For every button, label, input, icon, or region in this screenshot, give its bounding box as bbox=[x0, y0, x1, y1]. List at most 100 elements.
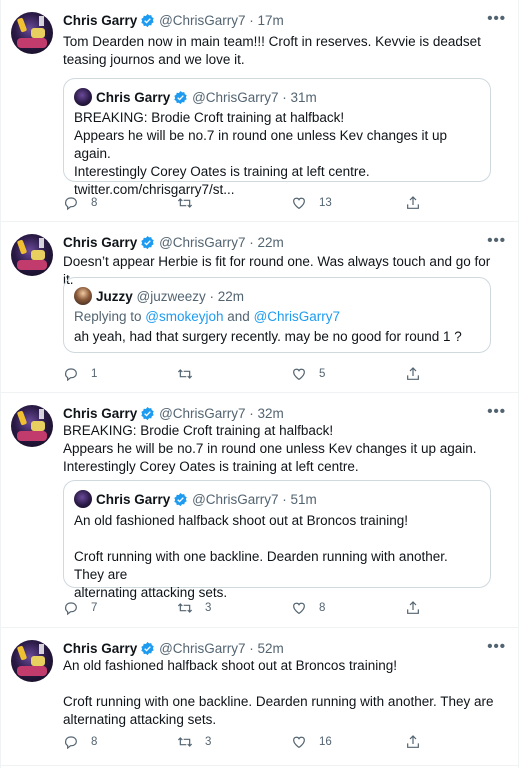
author-name[interactable]: Chris Garry bbox=[63, 235, 137, 250]
tweet-actions: 1 5 bbox=[63, 364, 483, 384]
replying-to-label: Replying to bbox=[74, 309, 146, 324]
separator: · bbox=[245, 13, 258, 28]
share-icon bbox=[407, 735, 419, 748]
like-button[interactable]: 5 bbox=[291, 364, 325, 384]
retweet-button[interactable]: 3 bbox=[177, 598, 211, 618]
like-count: 5 bbox=[319, 368, 326, 380]
author-name[interactable]: Chris Garry bbox=[63, 406, 137, 421]
verified-badge-icon bbox=[141, 13, 154, 28]
quote-timestamp: 51m bbox=[290, 492, 317, 507]
more-options-icon[interactable]: ••• bbox=[487, 232, 506, 249]
retweet-button[interactable] bbox=[177, 193, 205, 213]
tweet-header: Chris Garry @ChrisGarry7 · 17m ••• bbox=[63, 10, 506, 31]
reply-icon bbox=[65, 197, 77, 211]
like-button[interactable]: 8 bbox=[291, 598, 325, 618]
share-button[interactable] bbox=[405, 598, 433, 618]
tweet-1[interactable]: Chris Garry @ChrisGarry7 · 17m ••• Tom D… bbox=[1, 0, 518, 222]
like-button[interactable]: 13 bbox=[291, 193, 332, 213]
separator: · bbox=[245, 406, 258, 421]
verified-badge-icon bbox=[141, 235, 154, 250]
quote-text: ah yeah, had that surgery recently. may … bbox=[74, 329, 462, 344]
share-icon bbox=[407, 601, 419, 614]
tweet-3[interactable]: Chris Garry @ChrisGarry7 · 32m ••• BREAK… bbox=[1, 393, 518, 628]
avatar[interactable] bbox=[11, 234, 53, 276]
retweet-icon bbox=[177, 198, 193, 208]
tweet-text: BREAKING: Brodie Croft training at halfb… bbox=[63, 423, 477, 474]
like-count: 16 bbox=[319, 736, 332, 748]
tweet-actions: 8 3 16 bbox=[63, 732, 483, 752]
quoted-tweet[interactable]: Juzzy @juzweezy · 22m Replying to @smoke… bbox=[63, 277, 491, 353]
quote-author-name: Chris Garry bbox=[96, 492, 171, 507]
separator: · bbox=[245, 641, 258, 656]
separator: · bbox=[245, 235, 258, 250]
timestamp[interactable]: 52m bbox=[258, 641, 284, 656]
quote-header: Chris Garry @ChrisGarry7 · 51m bbox=[74, 490, 317, 508]
avatar[interactable] bbox=[11, 640, 53, 682]
retweet-button[interactable] bbox=[177, 364, 205, 384]
reply-icon bbox=[65, 368, 77, 382]
like-count: 13 bbox=[319, 197, 332, 209]
retweet-count: 3 bbox=[205, 736, 212, 748]
share-icon bbox=[407, 367, 419, 380]
retweet-icon bbox=[177, 603, 193, 613]
reply-icon bbox=[65, 736, 77, 750]
timestamp[interactable]: 32m bbox=[258, 406, 284, 421]
mention-link[interactable]: @smokeyjoh bbox=[145, 309, 223, 324]
share-button[interactable] bbox=[405, 364, 433, 384]
separator: · bbox=[205, 289, 218, 304]
quote-text: BREAKING: Brodie Croft training at halfb… bbox=[74, 110, 447, 197]
reply-count: 1 bbox=[91, 368, 98, 380]
share-button[interactable] bbox=[405, 193, 433, 213]
author-name[interactable]: Chris Garry bbox=[63, 641, 137, 656]
separator: · bbox=[278, 90, 291, 105]
like-count: 8 bbox=[319, 602, 326, 614]
quote-timestamp: 31m bbox=[290, 90, 317, 105]
reply-count: 8 bbox=[91, 736, 98, 748]
tweet-actions: 7 3 8 bbox=[63, 598, 483, 618]
retweet-icon bbox=[177, 737, 193, 747]
retweet-icon bbox=[177, 369, 193, 379]
quoted-tweet[interactable]: Chris Garry @ChrisGarry7 · 51m An old fa… bbox=[63, 480, 491, 600]
share-button[interactable] bbox=[405, 732, 433, 752]
quote-author-handle: @ChrisGarry7 bbox=[192, 90, 279, 105]
verified-badge-icon bbox=[174, 90, 187, 105]
author-handle[interactable]: @ChrisGarry7 bbox=[159, 13, 245, 28]
replying-to: Replying to @smokeyjoh and @ChrisGarry7 bbox=[74, 308, 480, 326]
tweet-text: An old fashioned halfback shoot out at B… bbox=[63, 658, 494, 727]
more-options-icon[interactable]: ••• bbox=[487, 10, 506, 27]
mention-link[interactable]: @ChrisGarry7 bbox=[254, 309, 340, 324]
verified-badge-icon bbox=[141, 641, 154, 656]
reply-icon bbox=[65, 602, 77, 616]
reply-button[interactable]: 7 bbox=[63, 598, 97, 618]
quote-avatar bbox=[74, 287, 92, 305]
quote-author-handle: @juzweezy bbox=[136, 289, 206, 304]
author-handle[interactable]: @ChrisGarry7 bbox=[159, 406, 245, 421]
avatar[interactable] bbox=[11, 405, 53, 447]
avatar[interactable] bbox=[11, 12, 53, 54]
more-options-icon[interactable]: ••• bbox=[487, 638, 506, 655]
retweet-button[interactable]: 3 bbox=[177, 732, 211, 752]
verified-badge-icon bbox=[174, 492, 187, 507]
quote-header: Juzzy @juzweezy · 22m bbox=[74, 287, 244, 305]
reply-button[interactable]: 8 bbox=[63, 732, 97, 752]
quoted-tweet[interactable]: Chris Garry @ChrisGarry7 · 31m BREAKING:… bbox=[63, 78, 491, 197]
reply-count: 8 bbox=[91, 197, 98, 209]
heart-icon bbox=[293, 736, 305, 749]
quote-author-name: Juzzy bbox=[96, 289, 133, 304]
quote-author-name: Chris Garry bbox=[96, 90, 171, 105]
verified-badge-icon bbox=[141, 406, 154, 421]
author-handle[interactable]: @ChrisGarry7 bbox=[159, 235, 245, 250]
tweet-4[interactable]: Chris Garry @ChrisGarry7 · 52m ••• An ol… bbox=[1, 628, 518, 766]
author-name[interactable]: Chris Garry bbox=[63, 13, 137, 28]
author-handle[interactable]: @ChrisGarry7 bbox=[159, 641, 245, 656]
share-icon bbox=[407, 196, 419, 209]
tweet-2[interactable]: Chris Garry @ChrisGarry7 · 22m ••• Doesn… bbox=[1, 222, 518, 393]
more-options-icon[interactable]: ••• bbox=[487, 403, 506, 420]
tweet-header: Chris Garry @ChrisGarry7 · 22m ••• bbox=[63, 232, 506, 253]
timestamp[interactable]: 22m bbox=[258, 235, 284, 250]
reply-button[interactable]: 8 bbox=[63, 193, 97, 213]
like-button[interactable]: 16 bbox=[291, 732, 332, 752]
timestamp[interactable]: 17m bbox=[258, 13, 284, 28]
reply-button[interactable]: 1 bbox=[63, 364, 97, 384]
quote-avatar bbox=[74, 490, 92, 508]
